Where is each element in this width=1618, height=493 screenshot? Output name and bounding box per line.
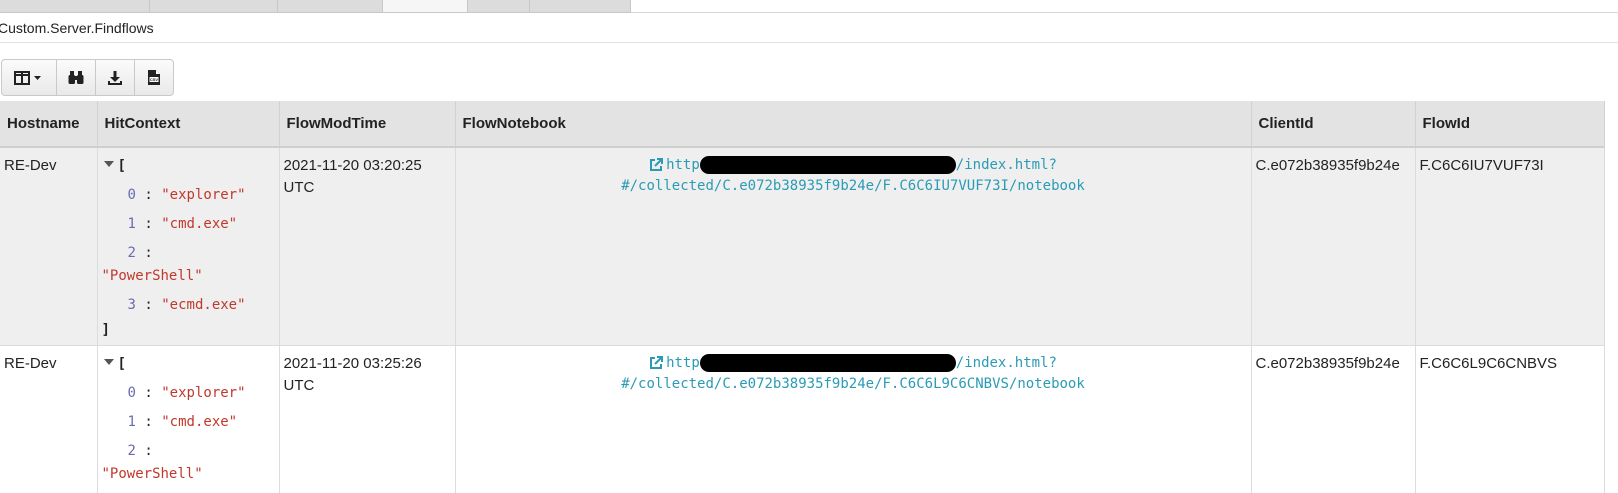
table-header-row: Hostname HitContext FlowModTime FlowNote… [0,101,1604,147]
notebook-link[interactable]: http/index.html? #/collected/C.e072b3893… [460,155,1247,197]
json-open-bracket: [ [118,356,126,372]
find-button[interactable] [56,59,96,96]
table-toolbar: CSV [1,59,174,96]
json-item: 0 : "explorer" [102,382,275,404]
json-item: 2 :"PowerShell" [102,242,275,287]
csv-export-button[interactable]: CSV [134,59,174,96]
column-header-clientid[interactable]: ClientId [1251,101,1415,147]
tab[interactable] [0,0,150,12]
notebook-path: #/collected/C.e072b38935f9b24e/F.C6C6IU7… [460,176,1247,197]
json-item: 3 : "ecmd.exe" [102,294,275,316]
divider [0,42,1618,43]
column-header-flowmodtime[interactable]: FlowModTime [279,101,455,147]
modtime-tz: UTC [284,375,451,397]
tab[interactable] [468,0,530,12]
results-table: Hostname HitContext FlowModTime FlowNote… [0,101,1605,493]
notebook-path: #/collected/C.e072b38935f9b24e/F.C6C6L9C… [460,374,1247,395]
tab[interactable] [150,0,278,12]
table-row: RE-Dev [ 0 : "explorer" 1 : "cmd.exe" 2 … [0,346,1604,493]
tab-active[interactable] [383,0,468,12]
csv-file-icon: CSV [147,69,161,86]
tab-strip [0,0,631,13]
modtime-date: 2021-11-20 03:20:25 [284,155,451,177]
json-open-bracket: [ [118,158,126,174]
redaction-bar [700,354,956,372]
tab[interactable] [530,0,631,12]
modtime-tz: UTC [284,177,451,199]
columns-icon [14,71,44,85]
json-close-bracket: ] [102,319,275,341]
flow-id-cell: F.C6C6IU7VUF73I [1420,157,1544,174]
modtime-date: 2021-11-20 03:25:26 [284,353,451,375]
collapse-toggle-icon[interactable] [104,359,114,365]
tab[interactable] [278,0,383,12]
external-link-icon [649,158,663,172]
json-item: 1 : "cmd.exe" [102,213,275,235]
table-row: RE-Dev [ 0 : "explorer" 1 : "cmd.exe" 2 … [0,147,1604,346]
artifact-name: Custom.Server.Findflows [0,20,154,36]
hostname-cell: RE-Dev [4,157,57,174]
hostname-cell: RE-Dev [4,355,57,372]
column-header-flownotebook[interactable]: FlowNotebook [455,101,1251,147]
download-icon [107,70,123,86]
client-id-cell: C.e072b38935f9b24e [1256,157,1400,174]
collapse-toggle-icon[interactable] [104,161,114,167]
client-id-cell: C.e072b38935f9b24e [1256,355,1400,372]
json-item: 2 :"PowerShell" [102,440,275,485]
external-link-icon [649,356,663,370]
columns-toggle-button[interactable] [1,59,57,96]
binoculars-icon [68,70,84,85]
download-button[interactable] [95,59,135,96]
flow-id-cell: F.C6C6L9C6CNBVS [1420,355,1558,372]
redaction-bar [700,156,956,174]
json-array-viewer: [ 0 : "explorer" 1 : "cmd.exe" 2 :"Power… [102,155,275,341]
notebook-link[interactable]: http/index.html? #/collected/C.e072b3893… [460,353,1247,395]
json-array-viewer: [ 0 : "explorer" 1 : "cmd.exe" 2 :"Power… [102,353,275,485]
json-item: 1 : "cmd.exe" [102,411,275,433]
column-header-hostname[interactable]: Hostname [0,101,97,147]
tab-divider [631,12,1618,13]
column-header-flowid[interactable]: FlowId [1415,101,1604,147]
column-header-hitcontext[interactable]: HitContext [97,101,279,147]
svg-text:CSV: CSV [150,77,159,82]
json-item: 0 : "explorer" [102,184,275,206]
